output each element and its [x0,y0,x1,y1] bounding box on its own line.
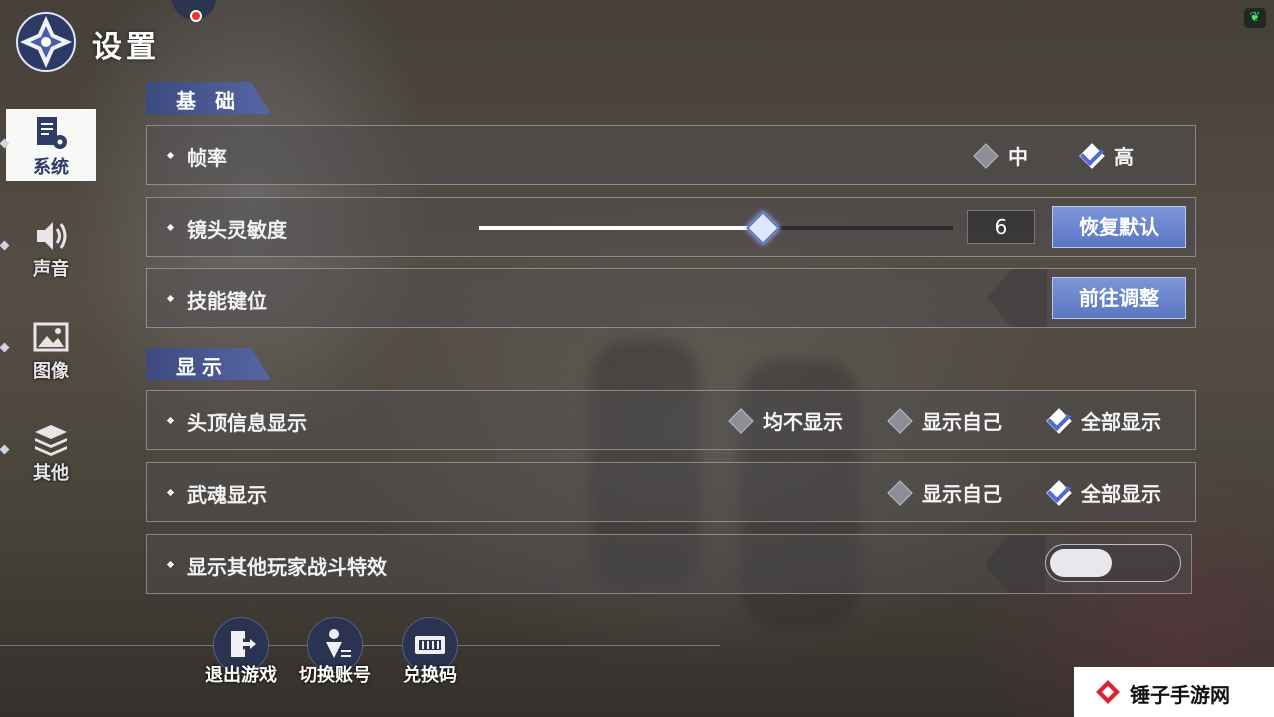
bullet-icon [166,294,175,303]
checkmark-icon [1046,406,1072,432]
radio-diamond-icon [973,143,999,169]
head-info-row: 头顶信息显示 均不显示 显示自己 全部显示 [146,390,1196,450]
frame-rate-row: 帧率 中 高 [146,125,1196,185]
bullet-icon [166,151,175,160]
head-info-option-none[interactable]: 均不显示 [727,405,857,435]
action-label: 退出游戏 [205,665,277,686]
option-label: 全部显示 [1081,410,1161,434]
spirit-display-option-all[interactable]: 全部显示 [1045,477,1175,507]
action-label: 兑换码 [403,665,457,686]
head-info-label: 头顶信息显示 [187,411,307,435]
option-label: 中 [1008,145,1028,169]
camera-sensitivity-label: 镜头灵敏度 [187,218,287,242]
battle-effects-label: 显示其他玩家战斗特效 [187,555,387,579]
sidebar-item-system[interactable]: 系统 [6,109,96,181]
option-label: 高 [1114,145,1134,169]
bullet-icon [166,560,175,569]
hammer-logo-icon [1096,680,1120,704]
slider-handle[interactable] [746,211,781,245]
checkmark-icon [1079,141,1105,167]
layers-icon [35,425,67,456]
decorative-chevron [985,535,1045,593]
radio-diamond-icon [887,408,913,434]
settings-logo-icon [16,12,76,72]
sidebar-item-image[interactable]: 图像 [6,313,96,385]
sensitivity-value[interactable]: 6 [967,210,1035,244]
section-header-basic: 基 础 [146,82,271,114]
radio-diamond-icon [728,408,754,434]
battle-effects-toggle[interactable] [1045,544,1181,582]
head-info-option-self[interactable]: 显示自己 [886,405,1016,435]
radio-diamond-icon [887,480,913,506]
sidebar-item-label: 系统 [33,157,69,178]
section-header-display: 显示 [146,348,271,380]
bullet-icon [166,416,175,425]
watermark: 锤子手游网 [1074,667,1274,717]
bullet-icon [166,488,175,497]
exit-game-button[interactable]: 退出游戏 [196,617,286,687]
redeem-code-button[interactable]: 兑换码 [385,617,475,687]
switch-account-button[interactable]: 切换账号 [290,617,380,687]
spirit-display-option-self[interactable]: 显示自己 [886,477,1016,507]
checkmark-icon [1046,478,1072,504]
spirit-display-row: 武魂显示 显示自己 全部显示 [146,462,1196,522]
spirit-display-label: 武魂显示 [187,483,267,507]
watermark-text: 锤子手游网 [1130,683,1230,707]
bullet-icon [166,223,175,232]
page-title: 设置 [92,30,160,65]
skill-keys-label: 技能键位 [187,289,267,313]
slider-fill [479,226,764,230]
image-icon [33,322,69,352]
sidebar-item-label: 图像 [33,361,69,382]
option-label: 显示自己 [922,482,1002,506]
sidebar-item-label: 声音 [33,259,69,280]
action-label: 切换账号 [299,665,371,686]
frame-rate-label: 帧率 [187,146,227,170]
go-adjust-button[interactable]: 前往调整 [1052,277,1186,319]
reset-default-button[interactable]: 恢复默认 [1052,206,1186,248]
battle-effects-row: 显示其他玩家战斗特效 [146,534,1192,594]
frame-rate-option-medium[interactable]: 中 [972,140,1042,170]
camera-sensitivity-row: 镜头灵敏度 6 恢复默认 [146,197,1196,257]
decorative-chevron [987,269,1047,327]
document-gear-icon [37,117,67,149]
sidebar-item-other[interactable]: 其他 [6,415,96,487]
sensitivity-slider[interactable] [479,211,953,245]
leaf-icon: ❦ [1244,8,1266,28]
option-label: 全部显示 [1081,482,1161,506]
section-title: 显示 [176,355,228,379]
sidebar-item-label: 其他 [33,463,69,484]
sidebar-item-sound[interactable]: 声音 [6,211,96,283]
section-title: 基 础 [176,89,241,113]
option-label: 显示自己 [922,410,1002,434]
skill-keys-row: 技能键位 前往调整 [146,268,1196,328]
frame-rate-option-high[interactable]: 高 [1078,140,1148,170]
toggle-thumb [1050,549,1112,577]
head-info-option-all[interactable]: 全部显示 [1045,405,1175,435]
option-label: 均不显示 [763,410,843,434]
speaker-icon [37,222,67,250]
